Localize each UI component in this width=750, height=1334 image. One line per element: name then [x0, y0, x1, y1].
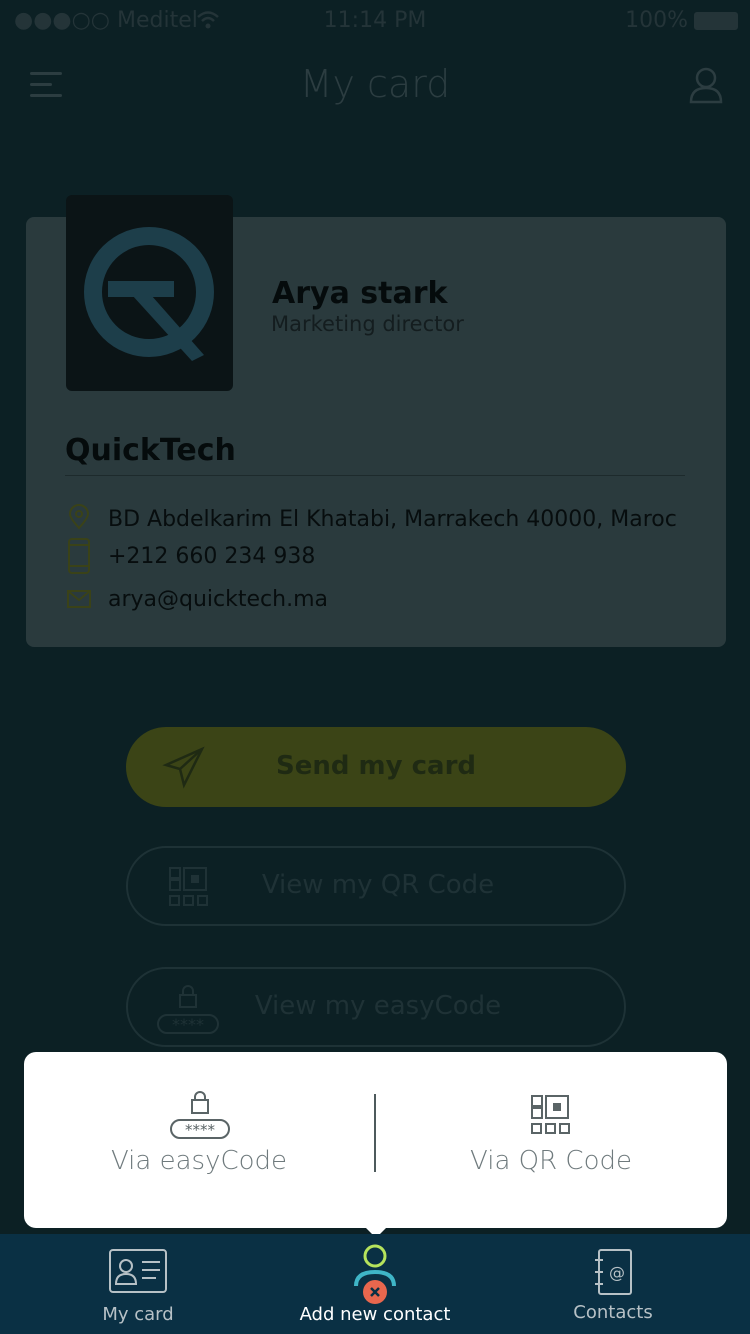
company-name: QuickTech: [65, 433, 236, 468]
tab-my-card-label: My card: [102, 1304, 174, 1325]
via-qr-option[interactable]: Via QR Code: [376, 1052, 726, 1228]
id-card-icon: [109, 1249, 167, 1293]
add-contact-popup: **** Via easyCode Via QR Code: [24, 1052, 727, 1228]
nav-bar: My card: [0, 40, 750, 140]
page-title: My card: [299, 62, 451, 106]
tab-bar: My card Add new contact @ Contacts: [0, 1234, 750, 1334]
view-easycode-button[interactable]: **** View my easyCode: [126, 967, 626, 1047]
status-bar: ●●●○○ Meditel 11:14 PM 100%: [0, 0, 750, 40]
qr-code-icon: [531, 1095, 570, 1134]
add-contact-icon: [354, 1244, 396, 1304]
via-easycode-option[interactable]: **** Via easyCode: [24, 1052, 374, 1228]
email-icon: [67, 590, 91, 608]
phone-icon: [68, 538, 90, 574]
svg-text:@: @: [609, 1263, 625, 1282]
via-qr-label: Via QR Code: [470, 1146, 632, 1176]
tab-add-contact[interactable]: Add new contact: [290, 1234, 460, 1334]
tab-add-contact-label: Add new contact: [299, 1304, 451, 1325]
divider: [65, 475, 685, 476]
address-book-icon: @: [595, 1249, 632, 1295]
profile-icon[interactable]: [688, 66, 724, 104]
address-text[interactable]: BD Abdelkarim El Khatabi, Marrakech 4000…: [108, 507, 677, 532]
lock-code-icon: ****: [170, 1091, 230, 1139]
send-card-button[interactable]: Send my card: [126, 727, 626, 807]
email-text[interactable]: arya@quicktech.ma: [108, 587, 328, 612]
tab-contacts[interactable]: @ Contacts: [563, 1234, 663, 1334]
send-card-label: Send my card: [275, 751, 476, 781]
company-logo: [66, 195, 233, 391]
tab-contacts-label: Contacts: [573, 1302, 653, 1323]
battery-percent: 100%: [625, 8, 688, 33]
view-qr-label: View my QR Code: [261, 870, 495, 900]
phone-text[interactable]: +212 660 234 938: [108, 544, 315, 569]
location-pin-icon: [68, 504, 90, 530]
person-title: Marketing director: [271, 312, 464, 336]
view-qr-button[interactable]: View my QR Code: [126, 846, 626, 926]
battery-icon: [694, 12, 738, 30]
tab-my-card[interactable]: My card: [88, 1234, 188, 1334]
via-easycode-label: Via easyCode: [110, 1146, 288, 1176]
svg-text:****: ****: [185, 1121, 216, 1139]
view-easycode-label: View my easyCode: [254, 991, 502, 1021]
person-name: Arya stark: [272, 276, 448, 311]
